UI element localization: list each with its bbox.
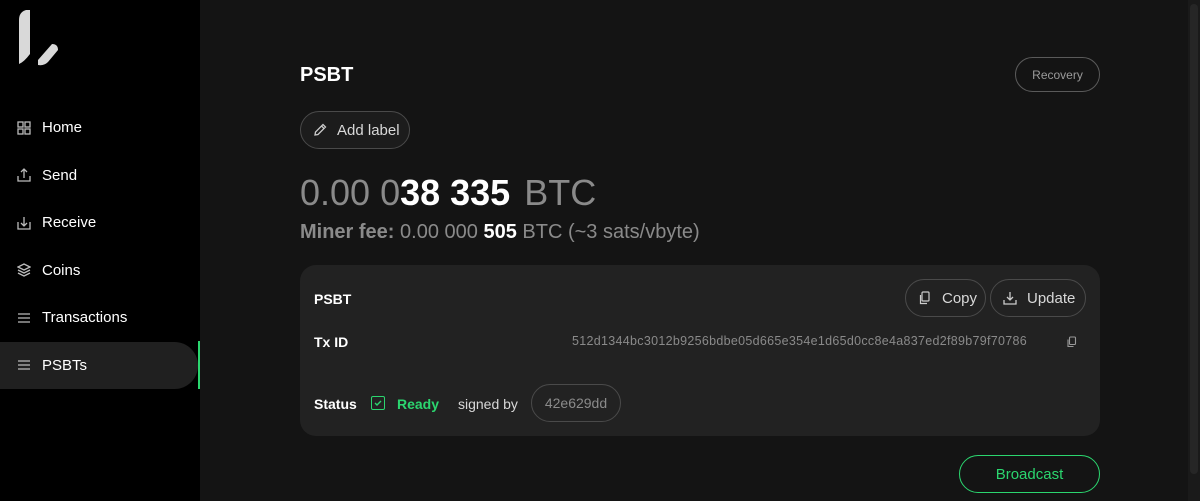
amount-unit: BTC bbox=[524, 172, 597, 213]
status-label: Status bbox=[314, 396, 357, 412]
sidebar-nav: Home Send Receive Coins Transactions PSB… bbox=[0, 104, 200, 389]
send-icon bbox=[17, 168, 31, 182]
sidebar-item-coins[interactable]: Coins bbox=[0, 247, 198, 295]
sidebar-item-label: Send bbox=[42, 166, 78, 184]
sidebar-item-psbts[interactable]: PSBTs bbox=[0, 341, 198, 389]
sidebar-item-label: Coins bbox=[42, 261, 81, 279]
amount-dim-part: 0.00 0 bbox=[300, 172, 401, 213]
sidebar-item-label: PSBTs bbox=[42, 356, 88, 374]
scrollbar[interactable] bbox=[1188, 0, 1200, 501]
coins-stack-icon bbox=[17, 263, 31, 277]
fee-unit-rate: BTC (~3 sats/vbyte) bbox=[522, 221, 700, 243]
sidebar-item-label: Transactions bbox=[42, 309, 128, 327]
fee-bright-part: 505 bbox=[483, 221, 517, 243]
signed-by-label: signed by bbox=[458, 396, 518, 412]
copy-button[interactable]: Copy bbox=[905, 279, 986, 317]
psbt-details-card: PSBT Copy Update Tx ID 512d1344bc3012b92… bbox=[300, 265, 1100, 436]
check-icon bbox=[371, 396, 385, 410]
update-label: Update bbox=[1027, 289, 1076, 307]
txid-label: Tx ID bbox=[314, 334, 349, 350]
broadcast-button[interactable]: Broadcast bbox=[959, 455, 1100, 493]
page-title: PSBT bbox=[300, 64, 354, 86]
sidebar-item-label: Receive bbox=[42, 214, 97, 232]
scrollbar-thumb[interactable] bbox=[1190, 4, 1198, 474]
sidebar: Home Send Receive Coins Transactions PSB… bbox=[0, 0, 200, 501]
app-root: Home Send Receive Coins Transactions PSB… bbox=[0, 0, 1200, 501]
main-content: PSBT Recovery Add label 0.00 038 335 BTC… bbox=[200, 0, 1200, 501]
sidebar-item-send[interactable]: Send bbox=[0, 152, 198, 200]
update-button[interactable]: Update bbox=[990, 279, 1086, 317]
list-icon bbox=[17, 358, 31, 372]
sidebar-item-home[interactable]: Home bbox=[0, 104, 198, 152]
recovery-button[interactable]: Recovery bbox=[1015, 57, 1100, 92]
copy-txid-icon[interactable] bbox=[1066, 335, 1078, 348]
sidebar-item-label: Home bbox=[42, 119, 83, 137]
copy-icon bbox=[918, 291, 932, 305]
receive-icon bbox=[17, 216, 31, 230]
sidebar-item-receive[interactable]: Receive bbox=[0, 199, 198, 247]
home-grid-icon bbox=[17, 121, 31, 135]
list-icon bbox=[17, 311, 31, 325]
pencil-icon bbox=[313, 123, 327, 137]
psbt-label: PSBT bbox=[314, 291, 352, 307]
sidebar-item-transactions[interactable]: Transactions bbox=[0, 294, 198, 342]
signer-fingerprint: 42e629dd bbox=[531, 384, 621, 422]
psbt-amount: 0.00 038 335 BTC bbox=[300, 172, 596, 214]
add-label-button[interactable]: Add label bbox=[300, 111, 410, 149]
amount-bright-part: 38 335 bbox=[400, 172, 511, 213]
add-label-text: Add label bbox=[337, 121, 400, 139]
app-logo[interactable] bbox=[16, 10, 60, 66]
txid-value[interactable]: 512d1344bc3012b9256bdbe05d665e354e1d65d0… bbox=[572, 334, 1027, 348]
copy-label: Copy bbox=[942, 289, 978, 307]
fee-label: Miner fee: bbox=[300, 221, 395, 243]
fee-dim-part: 0.00 000 bbox=[400, 221, 478, 243]
status-value: Ready bbox=[397, 396, 440, 412]
miner-fee: Miner fee: 0.00 000 505 BTC (~3 sats/vby… bbox=[300, 219, 700, 245]
download-icon bbox=[1003, 291, 1017, 305]
